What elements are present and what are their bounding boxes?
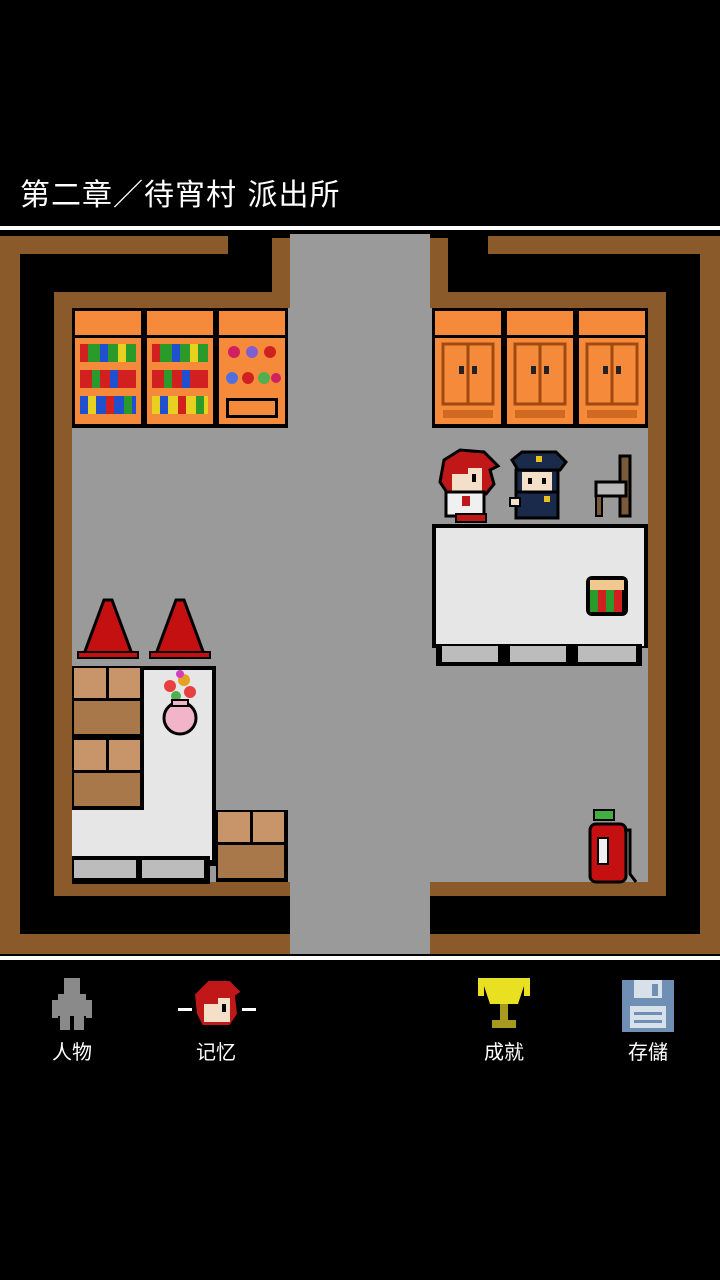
bookshelf[interactable]: [144, 308, 216, 428]
characters-menu-label: 人物: [52, 1040, 92, 1064]
save-menu-label: 存儲: [628, 1040, 668, 1064]
achievements-menu-label: 成就: [484, 1040, 524, 1064]
trophy-icon: [478, 978, 530, 1028]
memory-menu-label: 记忆: [196, 1040, 236, 1064]
save-menu-button[interactable]: 存儲: [588, 970, 708, 1070]
person-silhouette-icon: [52, 978, 92, 1030]
game-map[interactable]: [0, 234, 720, 954]
cardboard-box[interactable]: [216, 810, 288, 882]
police-officer-character[interactable]: [509, 450, 568, 520]
memory-left-mark: [178, 1008, 192, 1011]
red-haired-girl-portrait-icon: [192, 979, 244, 1027]
cabinet[interactable]: [576, 308, 648, 428]
bookshelf[interactable]: [72, 308, 144, 428]
location-title: 第二章／待宵村 派出所: [20, 178, 341, 213]
memory-menu-button[interactable]: 记忆: [156, 970, 276, 1070]
item-shelf[interactable]: [216, 308, 288, 428]
top-divider: [0, 226, 720, 230]
floppy-disk-icon: [622, 980, 674, 1032]
cardboard-box[interactable]: [72, 738, 144, 810]
book-on-desk[interactable]: [586, 576, 628, 616]
cabinet[interactable]: [432, 308, 504, 428]
cardboard-box[interactable]: [72, 666, 144, 738]
cabinet[interactable]: [504, 308, 576, 428]
achievements-menu-button[interactable]: 成就: [444, 970, 564, 1070]
bottom-divider: [0, 956, 720, 960]
memory-right-mark: [242, 1008, 256, 1011]
characters-menu-button[interactable]: 人物: [12, 970, 132, 1070]
